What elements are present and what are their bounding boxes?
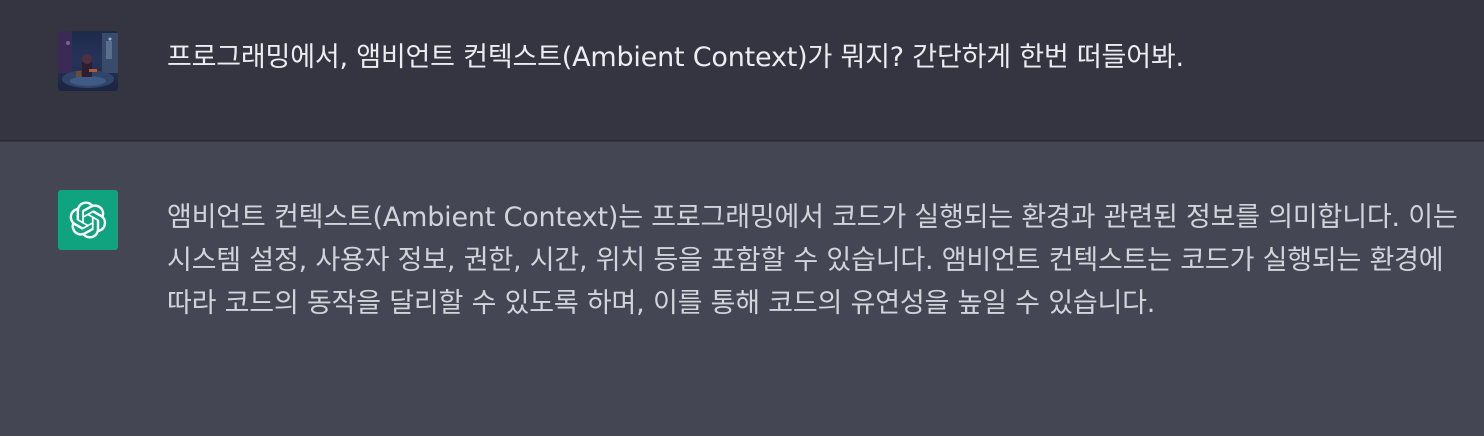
- assistant-avatar: [58, 190, 118, 250]
- assistant-message-row: 앰비언트 컨텍스트(Ambient Context)는 프로그래밍에서 코드가 …: [0, 142, 1484, 436]
- user-photo-avatar-icon: [58, 31, 118, 91]
- user-message-text: 프로그래밍에서, 앰비언트 컨텍스트(Ambient Context)가 뭐지?…: [167, 42, 1184, 73]
- user-message-row: 프로그래밍에서, 앰비언트 컨텍스트(Ambient Context)가 뭐지?…: [0, 0, 1484, 141]
- chat-thread: 프로그래밍에서, 앰비언트 컨텍스트(Ambient Context)가 뭐지?…: [0, 0, 1484, 436]
- openai-logo-icon: [69, 201, 107, 239]
- user-avatar: [58, 31, 118, 91]
- assistant-message-text: 앰비언트 컨텍스트(Ambient Context)는 프로그래밍에서 코드가 …: [167, 202, 1458, 319]
